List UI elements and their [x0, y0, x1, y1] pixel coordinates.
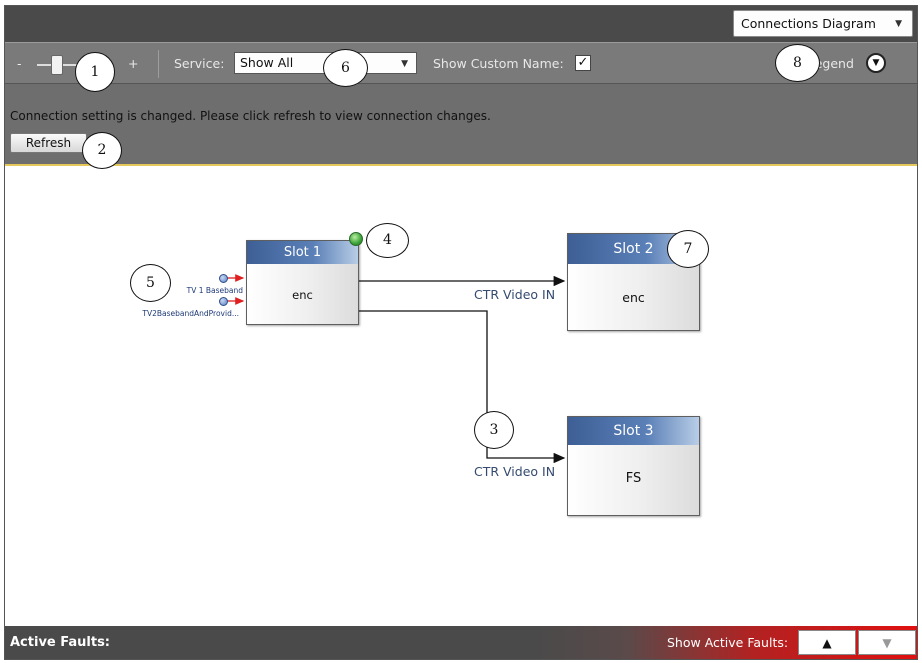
show-faults-up-button[interactable]: ▲: [798, 630, 856, 655]
toolbar-divider: [158, 50, 159, 78]
chevron-down-icon: ▼: [895, 19, 902, 29]
slot-2-type: enc: [622, 290, 645, 305]
title-bar: Connections Diagram ▼: [5, 6, 917, 42]
callout-6: 6: [323, 49, 368, 87]
legend-expand-icon[interactable]: ▼: [866, 53, 886, 73]
chevron-down-icon: ▼: [401, 59, 408, 69]
slot-1-title: Slot 1: [247, 241, 358, 264]
service-dropdown-value: Show All: [240, 55, 294, 70]
show-custom-name-label: Show Custom Name:: [433, 56, 564, 71]
diagram-canvas: Slot 1 enc Slot 2 enc Slot 3 FS TV 1 Bas…: [5, 166, 917, 626]
connection-1-label: CTR Video IN: [474, 287, 556, 302]
refresh-button[interactable]: Refresh: [10, 133, 87, 153]
active-faults-bar: Active Faults: Show Active Faults: ▲ ▼: [5, 626, 917, 659]
notification-message: Connection setting is changed. Please cl…: [10, 109, 491, 123]
callout-1: 1: [75, 52, 115, 92]
show-faults-down-button[interactable]: ▼: [858, 630, 916, 655]
connections-window: Connections Diagram ▼ - + Service: Show …: [4, 5, 918, 660]
slot-1-type: enc: [292, 288, 313, 302]
shield-ok-icon: [349, 232, 363, 246]
callout-3: 3: [474, 411, 514, 449]
active-faults-title: Active Faults:: [10, 635, 111, 650]
change-notification: Connection setting is changed. Please cl…: [5, 84, 917, 166]
callout-2: 2: [82, 132, 122, 169]
connection-2-label: CTR Video IN: [474, 464, 556, 479]
input-port-2[interactable]: [219, 297, 228, 306]
connection-wires: [227, 274, 566, 464]
view-selector-value: Connections Diagram: [741, 16, 876, 31]
zoom-in-button[interactable]: +: [128, 56, 138, 71]
input-port-1-label: TV 1 Baseband: [186, 286, 243, 295]
zoom-out-button[interactable]: -: [17, 56, 22, 71]
input-port-1[interactable]: [219, 274, 228, 283]
service-label: Service:: [174, 56, 225, 71]
callout-7: 7: [667, 230, 709, 268]
slot-3-type: FS: [625, 471, 642, 486]
zoom-slider-thumb[interactable]: [51, 55, 64, 75]
show-custom-name-checkbox[interactable]: ✓: [575, 55, 591, 71]
view-selector[interactable]: Connections Diagram ▼: [733, 10, 913, 37]
wire-slot1-slot3: [359, 310, 566, 464]
callout-5: 5: [130, 264, 171, 302]
callout-8: 8: [775, 44, 820, 82]
input-port-2-label: TV2BasebandAndProvid...: [142, 309, 239, 318]
callout-4: 4: [366, 223, 409, 258]
slot-3-title: Slot 3: [568, 417, 699, 445]
slot-3-node[interactable]: Slot 3 FS: [567, 416, 700, 516]
show-active-faults-label: Show Active Faults:: [667, 635, 789, 650]
slot-1-node[interactable]: Slot 1 enc: [246, 240, 359, 325]
